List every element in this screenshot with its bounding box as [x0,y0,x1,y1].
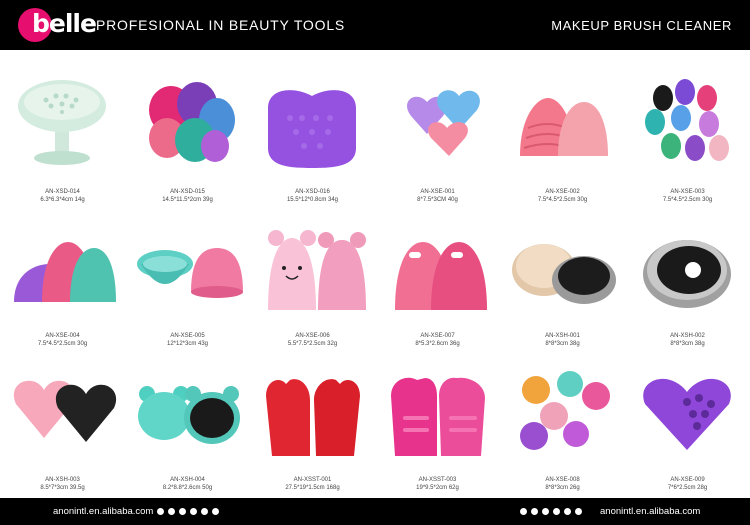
product-card[interactable]: AN-XSD-016 15.5*12*0.8cm 34g [250,68,375,208]
product-spec: 27.5*19*1.5cm 168g [285,485,340,491]
tagline: PROFESIONAL IN BEAUTY TOOLS [96,17,346,33]
product-code: AN-XSH-001 [545,333,580,339]
product-code: AN-XSE-001 [420,189,455,195]
product-spec: 15.5*12*0.8cm 34g [286,197,339,203]
page-title: MAKEUP BRUSH CLEANER [551,18,732,33]
product-code: AN-XSE-005 [170,333,205,339]
product-card[interactable]: AN-XSE-008 8*8*3cm 26g [500,356,625,496]
product-card[interactable]: AN-XSE-009 7*6*2.5cm 28g [625,356,750,496]
product-spec: 8*5.3*2.6cm 36g [415,341,460,347]
heart-mats-image [149,82,235,162]
bear-pad-teal-image [138,386,240,444]
purple-mat-image [268,90,356,168]
pagination-dot [190,508,197,515]
pagination-dot [564,508,571,515]
pagination-dot [553,508,560,515]
pagination-dot [168,508,175,515]
product-card[interactable]: AN-XSE-002 7.5*4.5*2.5cm 30g [500,68,625,208]
egg-scrubbers-image [520,98,608,156]
product-card[interactable]: AN-XSE-007 8*5.3*2.6cm 36g [375,212,500,352]
product-spec: 14.5*11.5*2cm 39g [162,197,213,203]
product-card[interactable]: AN-XSH-004 8.2*8.8*2.6cm 50g [125,356,250,496]
product-spec: 8*7.5*3CM 40g [417,197,458,203]
pagination-dots-right [520,508,582,516]
product-card[interactable]: AN-XSH-003 8.5*7*3cm 39.5g [0,356,125,496]
product-spec: 7.5*4.5*2.5cm 30g [537,197,588,203]
handle-scrubbers-image [395,242,487,310]
pink-finger-mat-image [391,377,485,456]
product-card[interactable]: AN-XSE-003 7.5*4.5*2.5cm 30g [625,68,750,208]
heart-pad-pink-image [13,380,117,442]
product-card[interactable]: AN-XSE-004 7.5*4.5*2.5cm 30g [0,212,125,352]
pagination-dot [520,508,527,515]
product-card[interactable]: AN-XSST-001 27.5*19*1.5cm 168g [250,356,375,496]
product-card[interactable]: AN-XSD-014 6.3*6.3*4cm 14g [0,68,125,208]
product-code: AN-XSD-016 [295,189,330,195]
pagination-dot [575,508,582,515]
bear-scrubber-image [268,230,366,310]
product-code: AN-XSE-008 [545,477,580,483]
pagination-dot [179,508,186,515]
product-spec: 8*8*3cm 38g [545,341,580,347]
product-code: AN-XSE-006 [295,333,330,339]
product-code: AN-XSST-001 [293,477,332,483]
pagination-dot [542,508,549,515]
footer-link-left[interactable]: anonintl.en.alibaba.com [53,506,153,517]
pagination-dot [531,508,538,515]
pagination-dot [212,508,219,515]
product-spec: 7.5*4.5*2.5cm 30g [37,341,88,347]
header-bar: belle PROFESIONAL IN BEAUTY TOOLS MAKEUP… [0,0,750,50]
product-code: AN-XSST-003 [418,477,457,483]
product-card[interactable]: AN-XSH-001 8*8*3cm 38g [500,212,625,352]
product-code: AN-XSD-014 [45,189,80,195]
product-spec: 19*9.5*2cm 62g [416,485,459,491]
product-grid: AN-XSD-014 6.3*6.3*4cm 14g AN-XSD-015 14… [0,50,750,498]
pagination-dots-left [157,508,219,516]
pagination-dot [157,508,164,515]
product-spec: 8*8*3cm 38g [670,341,705,347]
product-spec: 7.5*4.5*2.5cm 30g [662,197,713,203]
product-card[interactable]: AN-XSE-006 5.5*7.5*2.5cm 32g [250,212,375,352]
product-code: AN-XSH-003 [45,477,80,483]
bowl-stand-cleaner-image [18,80,106,165]
product-card[interactable]: AN-XSE-001 8*7.5*3CM 40g [375,68,500,208]
product-spec: 12*12*3cm 43g [166,341,209,347]
footer-bar: anonintl.en.alibaba.com anonintl.en.alib… [0,498,750,525]
product-code: AN-XSH-002 [670,333,705,339]
product-card[interactable]: AN-XSH-002 8*8*3cm 38g [625,212,750,352]
sponge-tin-silver-image [643,240,731,308]
red-gloves-image [266,379,360,456]
product-code: AN-XSH-004 [170,477,205,483]
product-spec: 8.2*8.8*2.6cm 50g [162,485,213,491]
product-spec: 6.3*6.3*4cm 14g [40,197,85,203]
product-spec: 8.5*7*3cm 39.5g [40,485,85,491]
heart-scrubbers-image [407,90,480,156]
egg-trio-image [14,242,116,302]
product-spec: 8*8*3cm 26g [545,485,580,491]
product-code: AN-XSE-004 [45,333,80,339]
product-code: AN-XSE-003 [670,189,705,195]
product-code: AN-XSD-015 [170,189,205,195]
bowl-pair-image [137,248,243,298]
product-code: AN-XSE-009 [670,477,705,483]
product-code: AN-XSE-002 [545,189,580,195]
product-card[interactable]: AN-XSE-005 12*12*3cm 43g [125,212,250,352]
purple-heart-pad-image [643,378,731,450]
product-spec: 5.5*7.5*2.5cm 32g [287,341,338,347]
pagination-dot [201,508,208,515]
product-card[interactable]: AN-XSST-003 19*9.5*2cm 62g [375,356,500,496]
flower-scrubbers-image [520,371,610,450]
sponge-tin-gold-image [512,244,616,304]
product-card[interactable]: AN-XSD-015 14.5*11.5*2cm 39g [125,68,250,208]
product-code: AN-XSE-007 [420,333,455,339]
footer-link-right[interactable]: anonintl.en.alibaba.com [600,506,700,517]
product-spec: 7*6*2.5cm 28g [667,485,708,491]
brand-logo: belle [32,9,97,38]
egg-set-image [645,79,729,161]
